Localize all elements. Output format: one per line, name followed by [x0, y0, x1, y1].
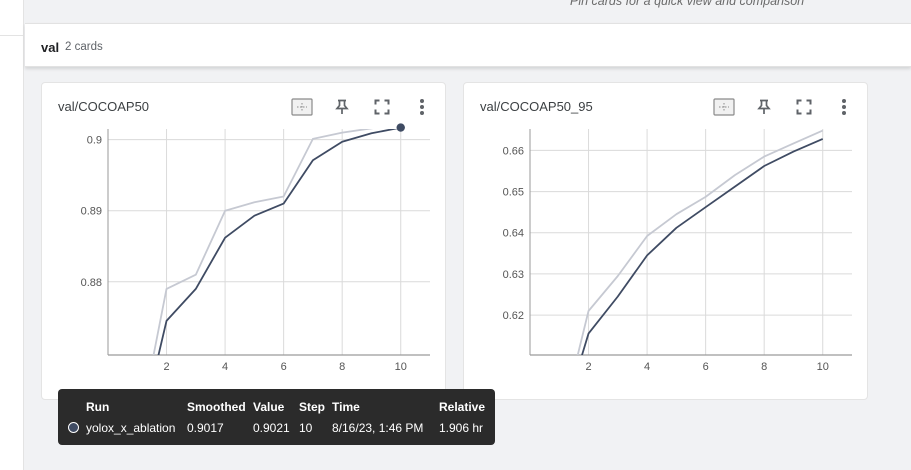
y-tick-label: 0.89 — [81, 206, 102, 218]
y-tick-label: 0.9 — [87, 135, 102, 147]
group-card-count: 2 cards — [65, 41, 103, 53]
y-tick-label: 0.65 — [503, 187, 524, 199]
tooltip-step: 10 — [299, 421, 313, 435]
x-tick-label: 4 — [644, 361, 650, 373]
left-sidebar-strip — [0, 0, 24, 470]
x-tick-label: 2 — [585, 361, 591, 373]
line-chart-cocoap50-95[interactable]: 0.62 0.63 0.64 0.65 0.66 2 4 6 8 10 — [464, 123, 867, 399]
smoothed-series-line — [157, 129, 399, 355]
pin-button[interactable] — [331, 96, 353, 118]
tooltip-value: 0.9021 — [253, 421, 290, 435]
raw-series-line — [576, 129, 824, 355]
fullscreen-button[interactable] — [371, 96, 393, 118]
fit-domain-icon — [291, 98, 313, 116]
tooltip-header-smoothed: Smoothed — [187, 400, 246, 414]
chart-tooltip: Run Smoothed Value Step Time Relative yo… — [58, 389, 495, 445]
smoothed-series-line — [581, 138, 824, 355]
y-tick-label: 0.63 — [503, 269, 524, 281]
tooltip-relative: 1.906 hr — [439, 421, 484, 435]
card-group-header[interactable]: val 2 cards — [25, 23, 911, 67]
tooltip-header-step: Step — [299, 400, 326, 414]
pin-button[interactable] — [753, 96, 775, 118]
fullscreen-icon — [796, 99, 812, 115]
x-tick-label: 8 — [339, 361, 345, 373]
pin-icon — [757, 99, 771, 114]
card-title: val/COCOAP50 — [58, 99, 150, 114]
fullscreen-icon — [374, 99, 390, 115]
x-tick-label: 6 — [703, 361, 709, 373]
x-tick-label: 8 — [761, 361, 767, 373]
x-tick-label: 10 — [395, 361, 407, 373]
more-options-button[interactable] — [411, 96, 433, 118]
tooltip-smoothed-value: 0.9017 — [187, 421, 224, 435]
fit-domain-icon — [713, 98, 735, 116]
y-tick-label: 0.62 — [503, 310, 524, 322]
x-tick-label: 4 — [222, 361, 228, 373]
x-tick-label: 6 — [281, 361, 287, 373]
series-group — [576, 129, 824, 355]
line-chart-cocoap50[interactable]: 0.88 0.89 0.9 2 4 6 8 10 — [42, 123, 445, 399]
x-tick-label: 2 — [163, 361, 169, 373]
card-title: val/COCOAP50_95 — [480, 99, 593, 114]
series-group — [152, 129, 399, 355]
run-color-dot — [68, 422, 79, 433]
pin-icon — [335, 99, 349, 114]
group-name: val — [41, 40, 60, 55]
sidebar-divider — [0, 35, 24, 36]
tooltip-header-value: Value — [253, 400, 285, 414]
scalar-card-cocoap50-95: val/COCOAP50_95 0.62 0.63 0.64 0.65 0.66 2 4 6 8… — [463, 82, 868, 400]
fullscreen-button[interactable] — [793, 96, 815, 118]
scalar-card-cocoap50: val/COCOAP50 0.88 0.89 0.9 2 4 6 8 10 — [41, 82, 446, 400]
card-toolbar — [291, 96, 433, 118]
raw-series-line — [152, 129, 374, 355]
y-tick-label: 0.64 — [503, 228, 524, 240]
tooltip-run-name: yolox_x_ablation — [86, 421, 176, 435]
y-tick-label: 0.66 — [503, 145, 524, 157]
pin-hint-text: Pin cards for a quick view and compariso… — [570, 0, 805, 8]
tooltip-header-time: Time — [332, 400, 360, 414]
tooltip-time: 8/16/23, 1:46 PM — [332, 421, 424, 435]
tooltip-header-relative: Relative — [439, 400, 486, 414]
more-vert-icon — [842, 99, 846, 115]
fit-domain-button[interactable] — [291, 96, 313, 118]
hover-point-marker — [396, 123, 405, 132]
y-tick-label: 0.88 — [81, 277, 102, 289]
more-vert-icon — [420, 99, 424, 115]
fit-domain-button[interactable] — [713, 96, 735, 118]
tooltip-header-run: Run — [86, 400, 110, 414]
x-tick-label: 10 — [817, 361, 829, 373]
card-toolbar — [713, 96, 855, 118]
pinned-area: Pin cards for a quick view and compariso… — [25, 0, 911, 23]
more-options-button[interactable] — [833, 96, 855, 118]
